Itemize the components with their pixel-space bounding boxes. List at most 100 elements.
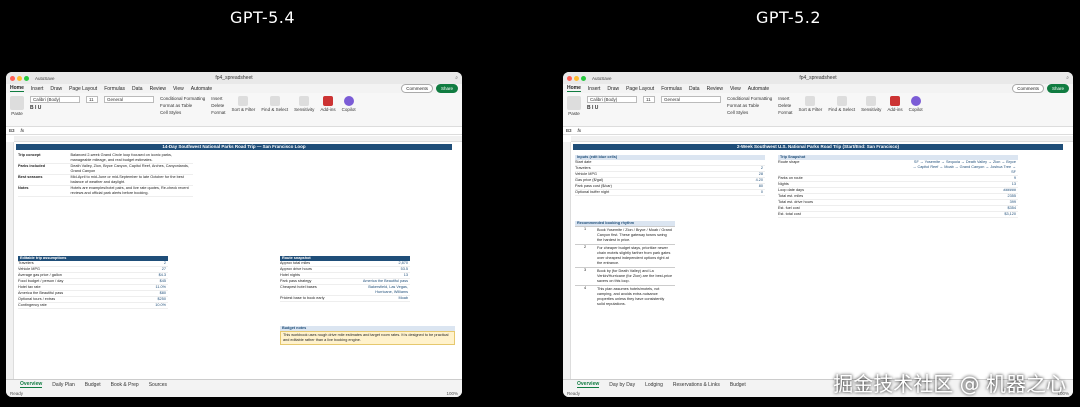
sheet-tab[interactable]: Overview [577, 381, 600, 388]
tab-view[interactable]: View [173, 86, 184, 92]
assumption-value[interactable]: $250 [101, 297, 169, 302]
cell-styles-button[interactable]: Cell Styles [727, 110, 772, 115]
snapshot-value[interactable]: Moab [352, 296, 411, 301]
sheet-tab[interactable]: Book & Prep [111, 382, 139, 388]
bold-icon[interactable]: B I U [587, 105, 637, 111]
name-box[interactable]: B3 [9, 128, 15, 133]
number-format-select[interactable]: General [661, 96, 721, 103]
parks-label: Parks included [18, 164, 46, 168]
snapshot-value[interactable]: America the Beautiful pass [352, 279, 411, 284]
tab-draw[interactable]: Draw [607, 86, 619, 92]
input-value[interactable]: 80 [680, 184, 766, 189]
assumption-value[interactable]: $45 [101, 279, 169, 284]
tab-formulas[interactable]: Formulas [661, 86, 682, 92]
tab-draw[interactable]: Draw [50, 86, 62, 92]
fx-icon: fx [20, 128, 25, 133]
snapshot-value[interactable]: 2355 [910, 194, 1018, 199]
font-select[interactable]: Calibri (Body) [587, 96, 637, 103]
sheet-tab[interactable]: Budget [85, 382, 101, 388]
comments-button[interactable]: Comments [401, 84, 433, 93]
tab-automate[interactable]: Automate [191, 86, 212, 92]
tab-insert[interactable]: Insert [31, 86, 44, 92]
sheet-tab[interactable]: Daily Plan [52, 382, 75, 388]
snapshot-value[interactable]: $354 [910, 206, 1018, 211]
snapshot-value[interactable]: SF → Yosemite → Sequoia → Death Valley →… [910, 160, 1018, 175]
sheet-tab[interactable]: Reservations & Links [673, 382, 720, 388]
bold-icon[interactable]: B I U [30, 105, 80, 111]
assumption-key: Food budget / person / day [18, 279, 64, 283]
share-button[interactable]: Share [1046, 84, 1069, 93]
paste-icon[interactable] [567, 96, 581, 110]
assumption-value[interactable]: 10.0% [101, 303, 169, 308]
input-value[interactable]: 2 [680, 166, 766, 171]
tab-formulas[interactable]: Formulas [104, 86, 125, 92]
paste-icon[interactable] [10, 96, 24, 110]
assumption-value[interactable]: $4.3 [101, 273, 169, 278]
snapshot-value[interactable]: ###### [910, 188, 1018, 193]
conditional-formatting-button[interactable]: Conditional Formatting [727, 96, 772, 101]
tab-page-layout[interactable]: Page Layout [69, 86, 97, 92]
assumption-value[interactable]: 27 [101, 267, 169, 272]
tab-data[interactable]: Data [689, 86, 700, 92]
tab-home[interactable]: Home [10, 85, 24, 92]
input-value[interactable]: 4.20 [680, 178, 766, 183]
format-cells-button[interactable]: Format [211, 110, 225, 115]
snapshot-value[interactable]: 13 [352, 273, 411, 278]
conditional-formatting-button[interactable]: Conditional Formatting [160, 96, 205, 101]
snapshot-value[interactable]: 9 [910, 176, 1018, 181]
sort-filter-icon[interactable] [805, 96, 816, 106]
find-select-icon[interactable] [836, 96, 847, 106]
copilot-icon[interactable] [910, 96, 921, 106]
assumption-value[interactable]: 2 [101, 261, 169, 266]
share-button[interactable]: Share [435, 84, 458, 93]
copilot-icon[interactable] [343, 96, 354, 106]
cell-styles-button[interactable]: Cell Styles [160, 110, 205, 115]
comments-button[interactable]: Comments [1012, 84, 1044, 93]
input-value[interactable]: 28 [680, 172, 766, 177]
tab-data[interactable]: Data [132, 86, 143, 92]
tab-home[interactable]: Home [567, 85, 581, 92]
sheet-grid[interactable]: 14-Day Southwest National Parks Road Tri… [6, 136, 462, 379]
snapshot-value[interactable]: 53.5 [352, 267, 411, 272]
sheet-tab[interactable]: Budget [730, 382, 746, 388]
font-size-select[interactable]: 11 [643, 96, 655, 103]
sheet-tab[interactable]: Lodging [645, 382, 663, 388]
delete-cells-button[interactable]: Delete [211, 103, 225, 108]
snapshot-value[interactable]: $3,120 [910, 212, 1018, 217]
find-select-icon[interactable] [269, 96, 280, 106]
sheet-tab[interactable]: Sources [149, 382, 167, 388]
sensitivity-icon[interactable] [866, 96, 877, 106]
tab-view[interactable]: View [730, 86, 741, 92]
tab-automate[interactable]: Automate [748, 86, 769, 92]
insert-cells-button[interactable]: Insert [778, 96, 792, 101]
format-as-table-button[interactable]: Format as Table [727, 103, 772, 108]
tab-review[interactable]: Review [707, 86, 723, 92]
add-ins-icon[interactable] [322, 96, 333, 106]
tab-page-layout[interactable]: Page Layout [626, 86, 654, 92]
sheet-tab[interactable]: Day by Day [609, 382, 635, 388]
assumption-value[interactable]: $80 [101, 291, 169, 296]
snapshot-value[interactable]: 2,870 [352, 261, 411, 266]
font-select[interactable]: Calibri (Body) [30, 96, 80, 103]
snapshot-value[interactable]: Bakersfield, Las Vegas, Hurricane, Willi… [352, 285, 411, 295]
sheet-grid[interactable]: 2-Week Southwest U.S. National Parks Roa… [563, 136, 1073, 379]
format-cells-button[interactable]: Format [778, 110, 792, 115]
snapshot-value[interactable]: 13 [910, 182, 1018, 187]
insert-cells-button[interactable]: Insert [211, 96, 225, 101]
tab-review[interactable]: Review [150, 86, 166, 92]
sheet-tab[interactable]: Overview [20, 381, 43, 388]
number-format-select[interactable]: General [104, 96, 154, 103]
input-value[interactable] [680, 160, 766, 165]
font-size-select[interactable]: 11 [86, 96, 98, 103]
input-value[interactable]: 0 [680, 190, 766, 195]
delete-cells-button[interactable]: Delete [778, 103, 792, 108]
format-as-table-button[interactable]: Format as Table [160, 103, 205, 108]
snapshot-value[interactable]: 399 [910, 200, 1018, 205]
tab-insert[interactable]: Insert [588, 86, 601, 92]
sensitivity-icon[interactable] [299, 96, 310, 106]
assumption-value[interactable]: 11.0% [101, 285, 169, 290]
sort-filter-icon[interactable] [238, 96, 249, 106]
name-box[interactable]: B3 [566, 128, 572, 133]
zoom-level[interactable]: 100% [446, 391, 458, 396]
add-ins-icon[interactable] [889, 96, 900, 106]
